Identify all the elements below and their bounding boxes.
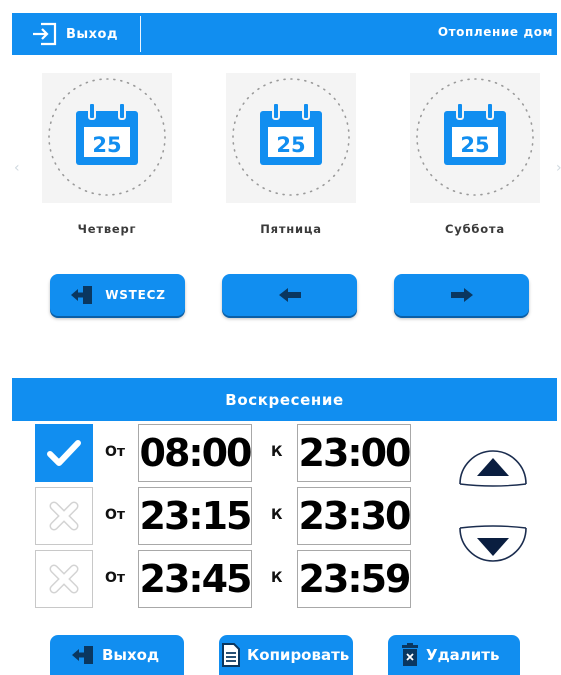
back-door-icon [71, 286, 93, 304]
previous-button[interactable] [222, 274, 357, 316]
copy-label: Копировать [247, 646, 350, 664]
row-3-from-time[interactable]: 23:45 [138, 550, 252, 608]
row-2-enable-checkbox[interactable] [35, 487, 93, 545]
row-1-to-time[interactable]: 23:00 [297, 424, 411, 482]
calendar-icon: 25 [260, 102, 322, 165]
header-divider [140, 16, 141, 52]
delete-button[interactable]: Удалить [388, 635, 520, 675]
cross-icon [49, 501, 79, 531]
calendar-day-number: 25 [276, 133, 305, 157]
cross-icon [49, 564, 79, 594]
day-label-thursday: Четверг [77, 222, 137, 236]
row-1-to-label: К [271, 444, 283, 460]
chevron-right-icon[interactable]: › [556, 160, 561, 176]
exit-label: Выход [66, 26, 118, 42]
arrow-left-icon [278, 288, 301, 302]
back-door-icon [72, 646, 93, 664]
trash-icon [402, 643, 418, 666]
row-3-to-label: К [271, 570, 283, 586]
row-3-enable-checkbox[interactable] [35, 550, 93, 608]
row-1-enable-checkbox[interactable] [35, 424, 93, 482]
calendar-icon: 25 [76, 102, 138, 165]
back-button-label: WSTECZ [105, 288, 166, 302]
calendar-day-number: 25 [460, 133, 489, 157]
exit-bottom-label: Выход [102, 646, 160, 664]
day-label-friday: Пятница [260, 222, 322, 236]
exit-icon [33, 22, 57, 46]
row-1-from-label: От [105, 444, 126, 460]
row-3-to-time[interactable]: 23:59 [297, 550, 411, 608]
row-3-from-label: От [105, 570, 126, 586]
exit-bottom-button[interactable]: Выход [50, 635, 184, 675]
back-button[interactable]: WSTECZ [50, 274, 185, 316]
arrow-down-button[interactable] [457, 524, 529, 570]
calendar-icon: 25 [444, 102, 506, 165]
next-button[interactable] [394, 274, 529, 316]
calendar-day-number: 25 [92, 133, 121, 157]
row-2-to-label: К [271, 507, 283, 523]
arrow-right-icon [450, 288, 473, 302]
day-tile-thursday[interactable]: 25 [42, 73, 172, 203]
row-2-from-time[interactable]: 23:15 [138, 487, 252, 545]
row-2-from-label: От [105, 507, 126, 523]
day-tile-saturday[interactable]: 25 [410, 73, 540, 203]
page-title: Отопление дом [437, 25, 553, 39]
row-1-from-time[interactable]: 08:00 [138, 424, 252, 482]
day-label-saturday: Суббота [445, 222, 505, 236]
copy-button[interactable]: Копировать [219, 635, 353, 675]
checkmark-icon [47, 440, 81, 466]
top-bar: Выход Отопление дом [12, 13, 557, 55]
delete-label: Удалить [426, 646, 500, 664]
row-2-to-time[interactable]: 23:30 [297, 487, 411, 545]
schedule-day-title: Воскресение [12, 378, 557, 421]
chevron-left-icon[interactable]: ‹ [14, 160, 20, 176]
exit-button[interactable]: Выход [32, 21, 118, 47]
arrow-up-button[interactable] [457, 444, 529, 490]
day-tile-friday[interactable]: 25 [226, 73, 356, 203]
document-icon [222, 643, 240, 667]
